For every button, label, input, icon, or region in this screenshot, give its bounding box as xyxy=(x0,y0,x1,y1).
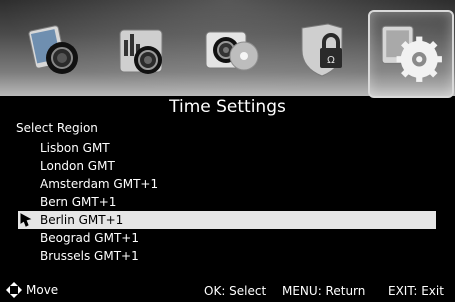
svg-text:Ω: Ω xyxy=(327,55,335,66)
lock-shield-icon[interactable]: Ω xyxy=(290,18,354,82)
cursor-pointer-icon xyxy=(20,213,34,227)
region-item[interactable]: Bern GMT+1 xyxy=(18,193,436,211)
region-label: Beograd GMT+1 xyxy=(40,231,139,245)
footer-hints: Move OK: Select MENU: Return EXIT: Exit xyxy=(0,280,455,300)
region-item[interactable]: Brussels GMT+1 xyxy=(18,247,436,265)
system-gear-icon[interactable] xyxy=(378,18,444,84)
picture-settings-icon[interactable] xyxy=(24,18,88,82)
region-item[interactable]: Beograd GMT+1 xyxy=(18,229,436,247)
region-item[interactable]: Amsterdam GMT+1 xyxy=(18,175,436,193)
region-item[interactable]: London GMT xyxy=(18,157,436,175)
channel-equalizer-icon[interactable] xyxy=(110,18,174,82)
region-item[interactable]: Lisbon GMT xyxy=(18,139,436,157)
region-label: Amsterdam GMT+1 xyxy=(40,177,159,191)
move-text: Move xyxy=(26,283,59,297)
region-label: Lisbon GMT xyxy=(40,141,110,155)
select-region-label: Select Region xyxy=(16,121,98,135)
tv-menu-screen: Ω Time Settings Select Region Lisbon GMT… xyxy=(0,0,455,302)
ok-select-hint: OK: Select xyxy=(204,284,267,298)
top-menu-bar: Ω xyxy=(0,0,455,98)
region-label: Brussels GMT+1 xyxy=(40,249,139,263)
media-disc-icon[interactable] xyxy=(200,18,264,82)
menu-return-hint: MENU: Return xyxy=(282,284,366,298)
page-title: Time Settings xyxy=(169,97,286,117)
move-hint: Move xyxy=(6,282,58,298)
region-label: Berlin GMT+1 xyxy=(40,213,124,227)
region-item-selected[interactable]: Berlin GMT+1 xyxy=(18,211,436,229)
region-label: London GMT xyxy=(40,159,115,173)
exit-hint: EXIT: Exit xyxy=(388,284,444,298)
dpad-icon xyxy=(6,282,22,298)
region-label: Bern GMT+1 xyxy=(40,195,117,209)
